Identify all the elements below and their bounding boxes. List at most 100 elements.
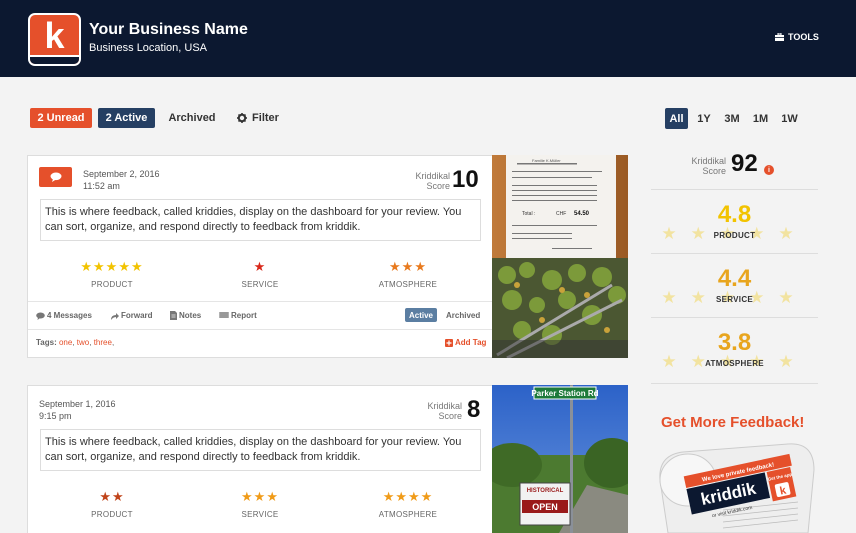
comment-icon (36, 312, 45, 320)
message-button[interactable] (39, 167, 72, 187)
archive-link[interactable]: Archived (446, 311, 480, 320)
rating-label: PRODUCT (91, 510, 133, 519)
feedback-text: This is where feedback, called kriddies,… (40, 429, 481, 471)
rating-label: PRODUCT (91, 280, 133, 289)
briefcase-icon (775, 33, 784, 41)
tools-menu[interactable]: TOOLS (775, 32, 819, 42)
filter-button[interactable]: Filter (234, 108, 282, 128)
feedback-date: September 2, 2016 (83, 169, 160, 179)
time-range-3m[interactable]: 3M (720, 108, 744, 129)
receipt-total: 54.50 (574, 211, 590, 217)
product-average: 4.8 (717, 201, 752, 228)
rating-label: ATMOSPHERE (378, 510, 438, 519)
overall-score-label-line1: Kriddikal (691, 156, 726, 166)
card-divider (28, 301, 493, 302)
tags-row: Tags: one, two, three, (36, 338, 115, 347)
receipt-total-label: Total : (522, 211, 535, 217)
archived-filter-button[interactable]: Archived (164, 108, 220, 128)
messages-action[interactable]: 4 Messages (36, 311, 92, 320)
star-icons: ★★★ (241, 489, 279, 504)
street-sign-text: Parker Station Rd (531, 389, 598, 398)
logo-bar (30, 55, 79, 64)
star-icons: ★★★★ (382, 489, 434, 504)
tools-label: TOOLS (788, 32, 819, 42)
atmosphere-average: 3.8 (717, 329, 752, 356)
feedback-photo[interactable]: Familie K.Müller Total : CHF 54.50 (492, 155, 628, 358)
overall-score-label-line2: Score (702, 166, 726, 176)
notes-action[interactable]: Notes (170, 311, 201, 320)
feedback-text: This is where feedback, called kriddies,… (40, 199, 481, 241)
service-average: 4.4 (717, 265, 752, 292)
score-label-line2: Score (426, 181, 450, 191)
flag-icon (219, 311, 229, 318)
kriddikal-score: 8 (467, 396, 481, 423)
sign-historical: HISTORICAL (527, 488, 564, 494)
forward-action[interactable]: Forward (110, 311, 153, 320)
sign-open: OPEN (532, 502, 558, 512)
feedback-card[interactable]: September 2, 2016 11:52 am Kriddikal Sco… (27, 155, 628, 358)
unread-filter-button[interactable]: 2 Unread (30, 108, 92, 128)
feedback-card[interactable]: September 1, 2016 9:15 pm Kriddikal Scor… (27, 385, 628, 533)
business-name: Your Business Name (89, 21, 248, 38)
service-average-box: ★★★★★ 4.4 SERVICE (651, 253, 818, 317)
rating-label: ATMOSPHERE (378, 280, 438, 289)
forward-label: Forward (121, 311, 153, 320)
report-action[interactable]: Report (219, 311, 257, 320)
product-average-label: PRODUCT (713, 231, 756, 240)
service-rating: ★ SERVICE (205, 259, 315, 290)
product-rating: ★★ PRODUCT (57, 489, 167, 520)
feedback-time: 11:52 am (83, 181, 120, 191)
tag-link[interactable]: three (94, 338, 112, 347)
service-rating: ★★★ SERVICE (205, 489, 315, 520)
logo-letter: k (44, 15, 65, 56)
star-icons: ★ (253, 259, 267, 274)
time-range-all[interactable]: All (665, 108, 688, 129)
tag-link[interactable]: one (59, 338, 72, 347)
product-average-box: ★★★★★ 4.8 PRODUCT (651, 189, 818, 253)
star-icons: ★★ (99, 489, 125, 504)
tag-link[interactable]: two (77, 338, 89, 347)
overall-kriddikal-score: 92 (731, 150, 758, 177)
time-range-1y[interactable]: 1Y (693, 108, 715, 129)
plus-square-icon (445, 338, 453, 347)
service-average-label: SERVICE (715, 295, 754, 304)
sidebar-divider (651, 383, 818, 384)
product-rating: ★★★★★ PRODUCT (57, 259, 167, 290)
score-label-line1: Kriddikal (415, 171, 450, 181)
feedback-date: September 1, 2016 (39, 399, 116, 409)
top-header: k Your Business Name Business Location, … (0, 0, 856, 77)
atmosphere-average-label: ATMOSPHERE (705, 359, 764, 368)
score-label: Kriddikal Score (412, 401, 462, 421)
messages-label: 4 Messages (47, 311, 92, 320)
active-filter-button[interactable]: 2 Active (98, 108, 155, 128)
business-location: Business Location, USA (89, 42, 208, 54)
add-tag-label: Add Tag (455, 338, 487, 347)
score-label: Kriddikal Score (400, 171, 450, 191)
rating-label: SERVICE (241, 280, 279, 289)
add-tag-button[interactable]: Add Tag (445, 338, 486, 347)
card-divider (28, 329, 493, 330)
get-more-feedback-heading[interactable]: Get More Feedback! (661, 414, 804, 431)
kriddik-logo[interactable]: k (28, 13, 81, 66)
score-label-line2: Score (438, 411, 462, 421)
feedback-time: 9:15 pm (39, 411, 72, 421)
time-range-1w[interactable]: 1W (777, 108, 802, 129)
gear-icon (237, 113, 248, 123)
info-icon[interactable]: i (764, 165, 774, 175)
atmosphere-average-box: ★★★★★ 3.8 ATMOSPHERE (651, 317, 818, 383)
overall-score-label: Kriddikal Score (686, 156, 726, 176)
feedback-photo[interactable]: Parker Station Rd HISTORICAL OPEN (492, 385, 628, 533)
time-range-1m[interactable]: 1M (749, 108, 772, 129)
speech-bubble-icon (50, 172, 61, 182)
star-icons: ★★★★★ (80, 259, 144, 274)
receipt-currency: CHF (556, 211, 566, 217)
kriddikal-score: 10 (452, 166, 479, 193)
atmosphere-rating: ★★★ ATMOSPHERE (353, 259, 463, 290)
rating-label: SERVICE (241, 510, 279, 519)
star-icons: ★★★ (389, 259, 427, 274)
active-status-badge[interactable]: Active (405, 308, 437, 322)
score-label-line1: Kriddikal (427, 401, 462, 411)
atmosphere-rating: ★★★★ ATMOSPHERE (353, 489, 463, 520)
document-icon (170, 311, 177, 320)
promo-receipt-image[interactable]: We love private feedback! kriddik or vis… (658, 440, 816, 533)
